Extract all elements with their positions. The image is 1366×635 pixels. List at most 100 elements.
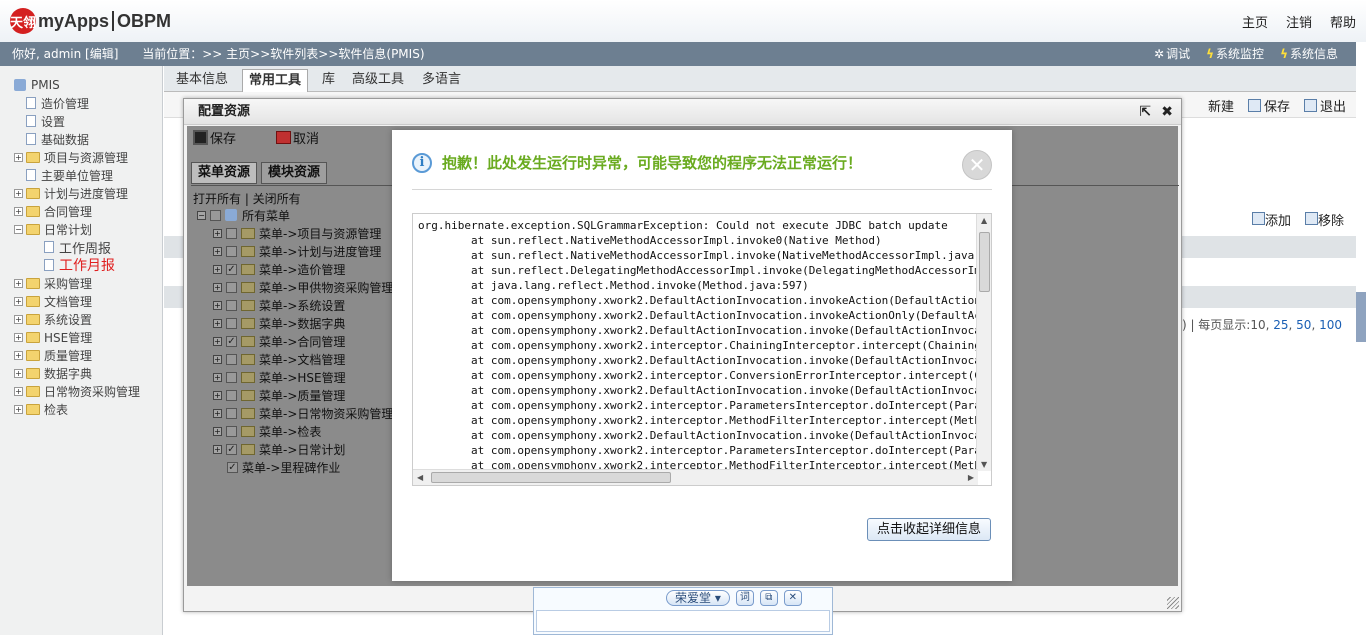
tree-root[interactable]: − 所有菜单 xyxy=(197,206,393,224)
expand-icon[interactable]: + xyxy=(213,318,222,328)
tree-item[interactable]: + ✓ 菜单->造价管理 xyxy=(197,260,393,278)
tree-item[interactable]: + 菜单->数据字典 xyxy=(197,314,393,332)
ime-name-dropdown[interactable]: 荣爱堂 ▾ xyxy=(666,590,730,606)
page-size-100[interactable]: 100 xyxy=(1319,318,1342,332)
sidebar-item[interactable]: + 合同管理 xyxy=(4,202,140,220)
ime-input[interactable] xyxy=(536,610,830,632)
user-greeting[interactable]: 你好, admin [编辑] xyxy=(12,47,118,61)
resource-cancel-button[interactable]: 取消 xyxy=(276,128,319,147)
page-size-50[interactable]: 50 xyxy=(1296,318,1311,332)
expand-icon[interactable]: + xyxy=(213,408,222,418)
expand-icon[interactable]: + xyxy=(14,278,23,288)
tab-multilang[interactable]: 多语言 xyxy=(416,69,467,92)
vertical-scrollbar[interactable]: ▲ ▼ xyxy=(976,214,991,471)
stack-trace-box[interactable]: org.hibernate.exception.SQLGrammarExcept… xyxy=(412,213,992,486)
expand-icon[interactable]: + xyxy=(14,152,23,162)
add-button[interactable]: 添加 xyxy=(1251,210,1291,229)
debug-action[interactable]: ✲ 调试 xyxy=(1154,42,1190,66)
checkbox[interactable] xyxy=(226,425,237,437)
checkbox[interactable] xyxy=(226,227,237,239)
sidebar-item[interactable]: 基础数据 xyxy=(4,130,140,148)
system-info-action[interactable]: ϟ 系统信息 xyxy=(1280,42,1338,66)
expand-icon[interactable]: + xyxy=(213,390,222,400)
tree-item[interactable]: + ✓ 菜单->日常计划 xyxy=(197,440,393,458)
sidebar-item[interactable]: + 日常物资采购管理 xyxy=(4,382,140,400)
logout-link[interactable]: 注销 xyxy=(1286,12,1312,31)
tab-basic-info[interactable]: 基本信息 xyxy=(170,69,234,92)
checkbox[interactable]: ✓ xyxy=(226,335,237,347)
sidebar-item[interactable]: + 项目与资源管理 xyxy=(4,148,140,166)
help-link[interactable]: 帮助 xyxy=(1330,12,1356,31)
open-close-all[interactable]: 打开所有 | 关闭所有 xyxy=(193,190,301,207)
expand-icon[interactable]: + xyxy=(213,228,222,238)
checkbox[interactable] xyxy=(226,299,237,311)
tree-item[interactable]: + 菜单->计划与进度管理 xyxy=(197,242,393,260)
save-button[interactable]: 保存 xyxy=(1247,96,1290,115)
ime-copy-icon[interactable]: ⧉ xyxy=(759,590,778,606)
expand-icon[interactable]: + xyxy=(213,426,222,436)
side-panel-toggle[interactable] xyxy=(1356,292,1366,342)
scroll-down-icon[interactable]: ▼ xyxy=(981,460,987,469)
scroll-thumb[interactable] xyxy=(979,232,990,292)
expand-icon[interactable]: + xyxy=(213,336,222,346)
expand-icon[interactable]: + xyxy=(213,282,222,292)
tree-item[interactable]: + 菜单->质量管理 xyxy=(197,386,393,404)
expand-icon[interactable]: + xyxy=(213,300,222,310)
sidebar-item[interactable]: 造价管理 xyxy=(4,94,140,112)
scroll-thumb[interactable] xyxy=(431,472,671,483)
checkbox[interactable]: ✓ xyxy=(227,461,238,473)
checkbox[interactable] xyxy=(210,209,221,221)
checkbox[interactable]: ✓ xyxy=(226,263,237,275)
ime-close-icon[interactable]: ✕ xyxy=(783,590,802,606)
expand-icon[interactable]: + xyxy=(213,444,222,454)
page-size-25[interactable]: 25 xyxy=(1273,318,1288,332)
sidebar-item[interactable]: 工作周报 xyxy=(4,238,140,257)
tab-common-tools[interactable]: 常用工具 xyxy=(242,69,309,92)
tab-module-resources[interactable]: 模块资源 xyxy=(261,162,328,184)
tab-menu-resources[interactable]: 菜单资源 xyxy=(191,162,258,184)
tree-item[interactable]: + 菜单->日常物资采购管理 xyxy=(197,404,393,422)
expand-icon[interactable]: + xyxy=(14,386,23,396)
scroll-right-icon[interactable]: ▶ xyxy=(968,473,974,482)
resize-handle[interactable] xyxy=(1167,597,1179,609)
tree-item[interactable]: + 菜单->系统设置 xyxy=(197,296,393,314)
error-close-button[interactable]: ✕ xyxy=(962,150,992,180)
horizontal-scrollbar[interactable]: ◀ ▶ xyxy=(413,469,978,485)
sidebar-item[interactable]: − 日常计划 xyxy=(4,220,140,238)
checkbox[interactable] xyxy=(226,407,237,419)
checkbox[interactable] xyxy=(226,389,237,401)
expand-icon[interactable]: + xyxy=(14,368,23,378)
collapse-icon[interactable]: − xyxy=(197,210,206,220)
tree-item[interactable]: + 菜单->文档管理 xyxy=(197,350,393,368)
sidebar-item[interactable]: + 检表 xyxy=(4,400,140,418)
home-link[interactable]: 主页 xyxy=(1242,12,1268,31)
tree-leaf[interactable]: ✓ 菜单->里程碑作业 xyxy=(197,458,393,476)
checkbox[interactable]: ✓ xyxy=(226,443,237,455)
resource-save-button[interactable]: 保存 xyxy=(193,128,236,147)
expand-icon[interactable]: + xyxy=(14,404,23,414)
sidebar-item[interactable]: + 计划与进度管理 xyxy=(4,184,140,202)
tab-library[interactable]: 库 xyxy=(320,69,337,92)
expand-icon[interactable]: + xyxy=(14,332,23,342)
sidebar-item[interactable]: 设置 xyxy=(4,112,140,130)
system-monitor-action[interactable]: ϟ 系统监控 xyxy=(1206,42,1264,66)
sidebar-item[interactable]: + 系统设置 xyxy=(4,310,140,328)
expand-icon[interactable]: + xyxy=(14,296,23,306)
tab-advanced-tools[interactable]: 高级工具 xyxy=(346,69,410,92)
sidebar-item[interactable]: 主要单位管理 xyxy=(4,166,140,184)
exit-button[interactable]: 退出 xyxy=(1303,96,1346,115)
sidebar-item-active[interactable]: 工作月报 xyxy=(4,256,140,274)
checkbox[interactable] xyxy=(226,371,237,383)
expand-icon[interactable]: + xyxy=(213,264,222,274)
expand-icon[interactable]: + xyxy=(14,188,23,198)
tree-item[interactable]: + 菜单->HSE管理 xyxy=(197,368,393,386)
expand-icon[interactable]: + xyxy=(213,354,222,364)
expand-icon[interactable]: + xyxy=(14,206,23,216)
new-button[interactable]: 新建 xyxy=(1208,96,1234,115)
sidebar-item[interactable]: + 采购管理 xyxy=(4,274,140,292)
close-icon[interactable]: ✖ xyxy=(1161,99,1173,125)
tree-item[interactable]: + ✓ 菜单->合同管理 xyxy=(197,332,393,350)
maximize-icon[interactable]: ⇱ xyxy=(1140,99,1152,125)
checkbox[interactable] xyxy=(226,353,237,365)
collapse-icon[interactable]: − xyxy=(14,224,23,234)
